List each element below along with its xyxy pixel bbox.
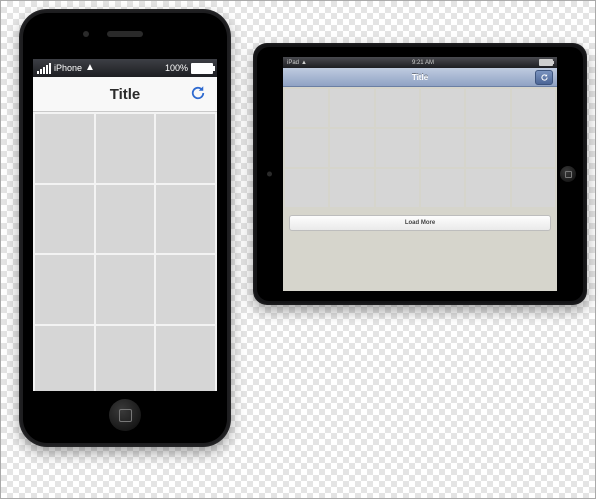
grid-cell[interactable] (156, 255, 215, 324)
ipad-status-bar: iPad ▲ 9:21 AM (283, 57, 557, 68)
grid-cell[interactable] (96, 255, 155, 324)
iphone-thumbnail-grid[interactable] (33, 112, 217, 391)
page-title: Title (412, 73, 428, 82)
grid-cell[interactable] (35, 185, 94, 254)
iphone-front-camera (83, 31, 89, 37)
grid-cell[interactable] (156, 185, 215, 254)
grid-cell[interactable] (512, 129, 555, 167)
grid-cell[interactable] (466, 89, 509, 127)
load-more-button[interactable]: Load More (289, 215, 551, 231)
grid-cell[interactable] (35, 326, 94, 392)
page-title: Title (110, 86, 141, 103)
grid-cell[interactable] (376, 129, 419, 167)
signal-bars-icon (37, 63, 51, 74)
wifi-icon: ▲ (301, 60, 307, 66)
grid-cell[interactable] (156, 326, 215, 392)
grid-cell[interactable] (512, 89, 555, 127)
grid-cell[interactable] (96, 114, 155, 183)
carrier-label: iPhone (54, 63, 82, 73)
ipad-bezel: iPad ▲ 9:21 AM Title (257, 47, 583, 301)
iphone-screen: iPhone ▲ 100% Title (33, 59, 217, 391)
grid-cell[interactable] (376, 89, 419, 127)
battery-icon (191, 63, 213, 74)
grid-cell[interactable] (421, 169, 464, 207)
grid-cell[interactable] (285, 89, 328, 127)
carrier-label: iPad (287, 60, 299, 66)
ipad-thumbnail-grid[interactable] (283, 87, 557, 209)
grid-cell[interactable] (285, 169, 328, 207)
ipad-screen: iPad ▲ 9:21 AM Title (283, 57, 557, 291)
canvas: iPhone ▲ 100% Title (0, 0, 596, 499)
grid-cell[interactable] (96, 185, 155, 254)
iphone-status-bar: iPhone ▲ 100% (33, 59, 217, 77)
battery-icon (539, 59, 553, 66)
iphone-device-frame: iPhone ▲ 100% Title (19, 9, 231, 447)
grid-cell[interactable] (96, 326, 155, 392)
refresh-icon (540, 73, 549, 82)
iphone-home-button[interactable] (109, 399, 141, 431)
grid-cell[interactable] (330, 89, 373, 127)
grid-cell[interactable] (285, 129, 328, 167)
grid-cell[interactable] (466, 129, 509, 167)
iphone-earpiece (107, 31, 143, 37)
grid-cell[interactable] (35, 255, 94, 324)
grid-cell[interactable] (330, 129, 373, 167)
grid-cell[interactable] (421, 129, 464, 167)
load-more-label: Load More (405, 220, 435, 226)
iphone-nav-bar: Title (33, 77, 217, 112)
grid-cell[interactable] (35, 114, 94, 183)
wifi-icon: ▲ (85, 63, 95, 73)
ipad-device-frame: iPad ▲ 9:21 AM Title (253, 43, 587, 305)
iphone-bezel: iPhone ▲ 100% Title (23, 13, 227, 443)
grid-cell[interactable] (421, 89, 464, 127)
grid-cell[interactable] (156, 114, 215, 183)
battery-percent-label: 100% (165, 63, 188, 73)
refresh-icon (189, 84, 207, 102)
ipad-front-camera (267, 172, 272, 177)
ipad-nav-bar: Title (283, 68, 557, 87)
grid-cell[interactable] (330, 169, 373, 207)
refresh-button[interactable] (535, 70, 553, 85)
grid-cell[interactable] (376, 169, 419, 207)
refresh-button[interactable] (189, 84, 209, 104)
grid-cell[interactable] (512, 169, 555, 207)
ipad-home-button[interactable] (560, 166, 576, 182)
status-time: 9:21 AM (412, 60, 434, 66)
ipad-content-area: Load More (283, 87, 557, 291)
grid-cell[interactable] (466, 169, 509, 207)
